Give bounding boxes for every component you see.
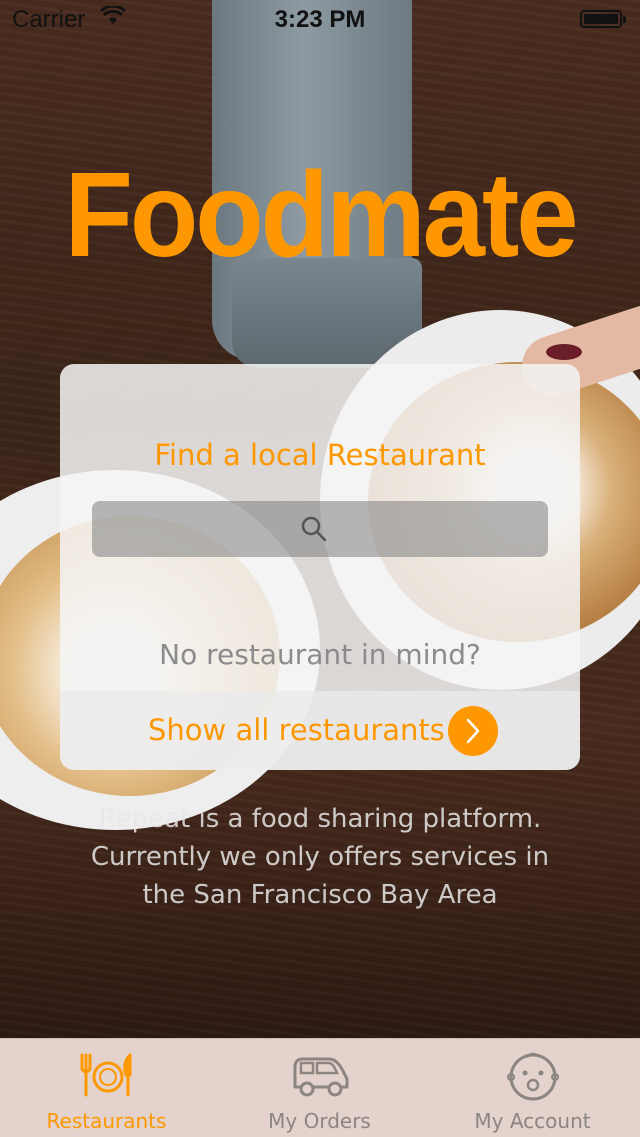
tab-bar: Restaurants My Orders My Account: [0, 1038, 640, 1137]
nail-shape: [546, 344, 582, 360]
tab-my-orders[interactable]: My Orders: [213, 1039, 426, 1137]
no-restaurant-text: No restaurant in mind?: [159, 638, 481, 671]
tab-label: My Orders: [268, 1109, 371, 1133]
restaurant-icon: [80, 1053, 132, 1097]
tab-restaurants[interactable]: Restaurants: [0, 1039, 213, 1137]
car-icon: [293, 1057, 349, 1097]
search-card: Find a local Restaurant No restaurant in…: [60, 364, 580, 770]
search-input[interactable]: [92, 501, 548, 557]
show-all-label: Show all restaurants: [148, 713, 445, 747]
tab-label: My Account: [474, 1109, 591, 1133]
description-line: the San Francisco Bay Area: [142, 880, 498, 910]
show-all-restaurants-button[interactable]: Show all restaurants: [60, 691, 580, 770]
search-icon: [301, 516, 327, 542]
chevron-right-icon: [448, 706, 498, 756]
clock: 3:23 PM: [274, 6, 366, 33]
description-line: Repeat is a food sharing platform.: [98, 804, 542, 834]
baby-face-icon: [507, 1052, 559, 1101]
status-bar: Carrier 3:23 PM: [0, 0, 640, 40]
card-title: Find a local Restaurant: [154, 438, 486, 472]
tab-label: Restaurants: [46, 1109, 167, 1133]
description-line: Currently we only offers services in: [90, 842, 550, 872]
app-logo: Foodmate: [64, 147, 578, 282]
tab-my-account[interactable]: My Account: [426, 1039, 639, 1137]
platform-description: Repeat is a food sharing platform. Curre…: [60, 800, 580, 914]
battery-icon: [580, 10, 626, 28]
